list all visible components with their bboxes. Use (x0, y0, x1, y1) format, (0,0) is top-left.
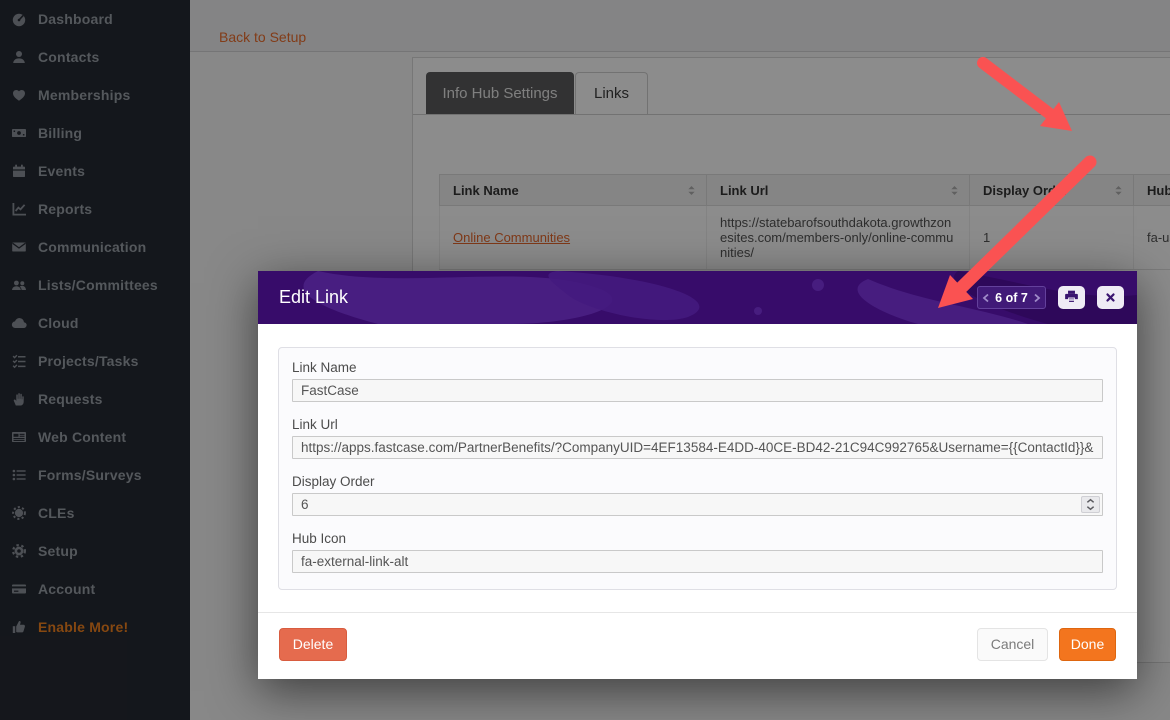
link-url-field[interactable] (292, 436, 1103, 459)
record-pager: 6 of 7 (977, 286, 1046, 309)
pager-prev-icon[interactable] (982, 293, 990, 303)
edit-link-modal: Edit Link 6 of 7 Link Name Link Url Disp… (258, 271, 1137, 679)
done-button[interactable]: Done (1059, 627, 1116, 661)
modal-body: Link Name Link Url Display Order Hub Ico… (258, 324, 1137, 612)
pager-label: 6 of 7 (995, 290, 1028, 305)
link-name-label: Link Name (292, 360, 357, 375)
print-icon (1064, 289, 1079, 307)
hub-icon-label: Hub Icon (292, 531, 347, 546)
modal-footer: Delete Cancel Done (258, 612, 1137, 679)
print-button[interactable] (1058, 286, 1085, 309)
link-url-label: Link Url (292, 417, 338, 432)
edit-link-form: Link Name Link Url Display Order Hub Ico… (278, 347, 1117, 590)
hub-icon-field[interactable] (292, 550, 1103, 573)
pager-next-icon[interactable] (1033, 293, 1041, 303)
close-icon[interactable] (1097, 286, 1124, 309)
delete-button[interactable]: Delete (279, 627, 347, 661)
app-window: Dashboard Contacts Memberships Billing E… (0, 0, 1170, 720)
display-order-field[interactable] (292, 493, 1103, 516)
link-name-field[interactable] (292, 379, 1103, 402)
modal-title: Edit Link (279, 287, 349, 307)
modal-header: Edit Link 6 of 7 (258, 271, 1137, 324)
display-order-label: Display Order (292, 474, 375, 489)
number-stepper[interactable] (1081, 496, 1100, 513)
cancel-button[interactable]: Cancel (977, 627, 1048, 661)
